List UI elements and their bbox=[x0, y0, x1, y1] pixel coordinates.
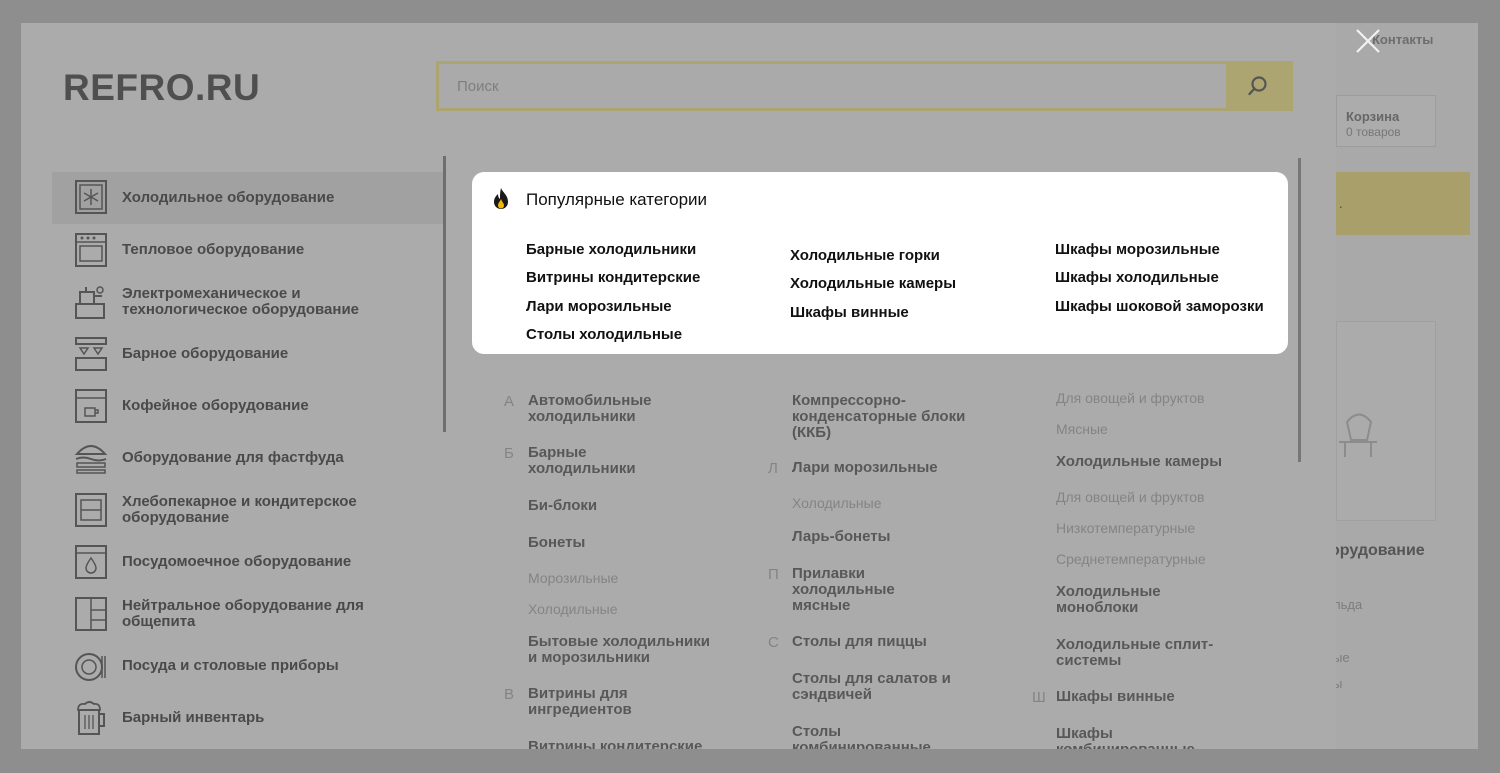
letter-index: Б bbox=[504, 445, 514, 462]
fire-icon bbox=[494, 188, 508, 209]
popular-title: Популярные категории bbox=[526, 190, 708, 209]
directory-link[interactable]: Витрины для ингредиентов bbox=[528, 686, 668, 718]
popular-link[interactable]: Холодильные горки bbox=[790, 247, 940, 264]
section-heading: орудование bbox=[1336, 542, 1425, 559]
beer-mug-icon bbox=[77, 701, 105, 735]
directory-link[interactable]: Холодильные камеры bbox=[1056, 454, 1256, 470]
sidebar-item-thermal[interactable]: Тепловое оборудование bbox=[52, 224, 444, 276]
popular-link[interactable]: Холодильные камеры bbox=[790, 275, 956, 292]
directory-sublink[interactable]: Холодильные bbox=[528, 601, 618, 617]
meat-grinder-icon bbox=[75, 286, 105, 319]
sidebar-item-bar-inventory[interactable]: Барный инвентарь bbox=[52, 692, 444, 744]
close-icon[interactable] bbox=[1354, 27, 1382, 55]
sidebar-item-neutral[interactable]: Нейтральное оборудование для общепита bbox=[52, 588, 444, 640]
burger-icon bbox=[74, 445, 108, 474]
promo-banner: . bbox=[1336, 172, 1470, 235]
site-logo[interactable]: REFRO.RU bbox=[63, 67, 260, 109]
directory-link[interactable]: Бонеты bbox=[528, 535, 728, 551]
product-card bbox=[1336, 321, 1436, 521]
directory-link[interactable]: Шкафы комбинированные bbox=[1056, 726, 1216, 750]
directory-sublink[interactable]: Среднетемпературные bbox=[1056, 551, 1206, 567]
letter-index: Л bbox=[768, 460, 778, 477]
coffee-machine-icon bbox=[75, 389, 107, 423]
letter-index: Ш bbox=[1032, 689, 1046, 706]
search-input[interactable] bbox=[439, 64, 1226, 108]
popular-link[interactable]: Шкафы винные bbox=[790, 304, 909, 321]
search-bar bbox=[436, 61, 1293, 111]
directory-link[interactable]: Столы для пиццы bbox=[792, 634, 992, 650]
popular-link[interactable]: Барные холодильники bbox=[526, 241, 696, 258]
sidebar-item-coffee[interactable]: Кофейное оборудование bbox=[52, 380, 444, 432]
letter-index: П bbox=[768, 566, 779, 583]
fridge-icon bbox=[75, 180, 107, 214]
directory-sublink[interactable]: Для овощей и фруктов bbox=[1056, 390, 1204, 406]
popular-link[interactable]: Витрины кондитерские bbox=[526, 269, 700, 286]
popular-link[interactable]: Шкафы морозильные bbox=[1055, 241, 1220, 258]
letter-index: А bbox=[504, 393, 515, 410]
cabinet-icon bbox=[75, 597, 107, 631]
bar-icon bbox=[75, 337, 107, 371]
cart-count: 0 товаров bbox=[1346, 125, 1401, 139]
sidebar-item-dishwashing[interactable]: Посудомоечное оборудование bbox=[52, 536, 444, 588]
cart-widget: Корзина 0 товаров bbox=[1336, 95, 1436, 147]
plates-icon bbox=[75, 653, 106, 681]
search-icon bbox=[1248, 76, 1267, 96]
sidebar-scrollbar[interactable] bbox=[443, 156, 446, 432]
sidebar-item-refrigeration[interactable]: Холодильное оборудование bbox=[52, 172, 444, 224]
sidebar-item-bar[interactable]: Барное оборудование bbox=[52, 328, 444, 380]
popular-link[interactable]: Шкафы шоковой заморозки bbox=[1055, 298, 1264, 315]
letter-index: В bbox=[504, 686, 515, 703]
popular-link[interactable]: Лари морозильные bbox=[526, 298, 672, 315]
directory-link[interactable]: Прилавки холодильные мясные bbox=[792, 566, 912, 614]
directory-sublink[interactable]: Мясные bbox=[1056, 421, 1108, 437]
product-image bbox=[1339, 413, 1377, 457]
directory-link[interactable]: Лари морозильные bbox=[792, 460, 992, 476]
directory-link[interactable]: Компрессорно-конденсаторные блоки (ККБ) bbox=[792, 393, 982, 441]
category-sidebar: Холодильное оборудование Тепловое оборуд… bbox=[52, 172, 446, 749]
directory-sublink[interactable]: Холодильные bbox=[792, 495, 882, 511]
directory-link[interactable]: Би-блоки bbox=[528, 498, 728, 514]
oven-icon bbox=[75, 233, 107, 267]
directory-link[interactable]: Бытовые холодильники и морозильники bbox=[528, 634, 718, 666]
letter-index: С bbox=[768, 634, 779, 651]
sidebar-item-electromechanical[interactable]: Электромеханическое и технологическое об… bbox=[52, 276, 444, 328]
directory-link[interactable]: Барные холодильники bbox=[528, 445, 668, 477]
sidebar-item-tableware[interactable]: Посуда и столовые приборы bbox=[52, 640, 444, 692]
catalog-menu: REFRO.RU Холодильное оборудование bbox=[21, 23, 1336, 749]
search-button[interactable] bbox=[1226, 64, 1290, 108]
directory-link[interactable]: Холодильные сплит-системы bbox=[1056, 637, 1236, 669]
directory-sublink[interactable]: Низкотемпературные bbox=[1056, 520, 1195, 536]
directory-link[interactable]: Столы комбинированные bbox=[792, 724, 952, 750]
cart-title: Корзина bbox=[1346, 109, 1400, 124]
directory-link[interactable]: Холодильные моноблоки bbox=[1056, 584, 1186, 616]
sidebar-item-fastfood[interactable]: Оборудование для фастфуда bbox=[52, 432, 444, 484]
dishwasher-icon bbox=[75, 545, 107, 579]
content-scrollbar[interactable] bbox=[1298, 158, 1301, 462]
directory-link[interactable]: Столы для салатов и сэндвичей bbox=[792, 671, 967, 703]
directory-sublink[interactable]: Морозильные bbox=[528, 570, 618, 586]
directory-link[interactable]: Автомобильные холодильники bbox=[528, 393, 718, 425]
directory-link[interactable]: Ларь-бонеты bbox=[792, 529, 992, 545]
sidebar-item-bakery[interactable]: Хлебопекарное и кондитерское оборудовани… bbox=[52, 484, 444, 536]
popular-link[interactable]: Шкафы холодильные bbox=[1055, 269, 1219, 286]
bakery-oven-icon bbox=[75, 493, 107, 527]
background-page: Контакты Корзина 0 товаров . орудование … bbox=[1336, 23, 1478, 749]
popular-categories: Популярные категории Барные холодильники… bbox=[472, 172, 1288, 354]
popular-link[interactable]: Столы холодильные bbox=[526, 326, 682, 343]
directory-link[interactable]: Шкафы винные bbox=[1056, 689, 1256, 705]
directory-sublink[interactable]: Для овощей и фруктов bbox=[1056, 489, 1204, 505]
directory-link[interactable]: Витрины кондитерские bbox=[528, 739, 728, 750]
